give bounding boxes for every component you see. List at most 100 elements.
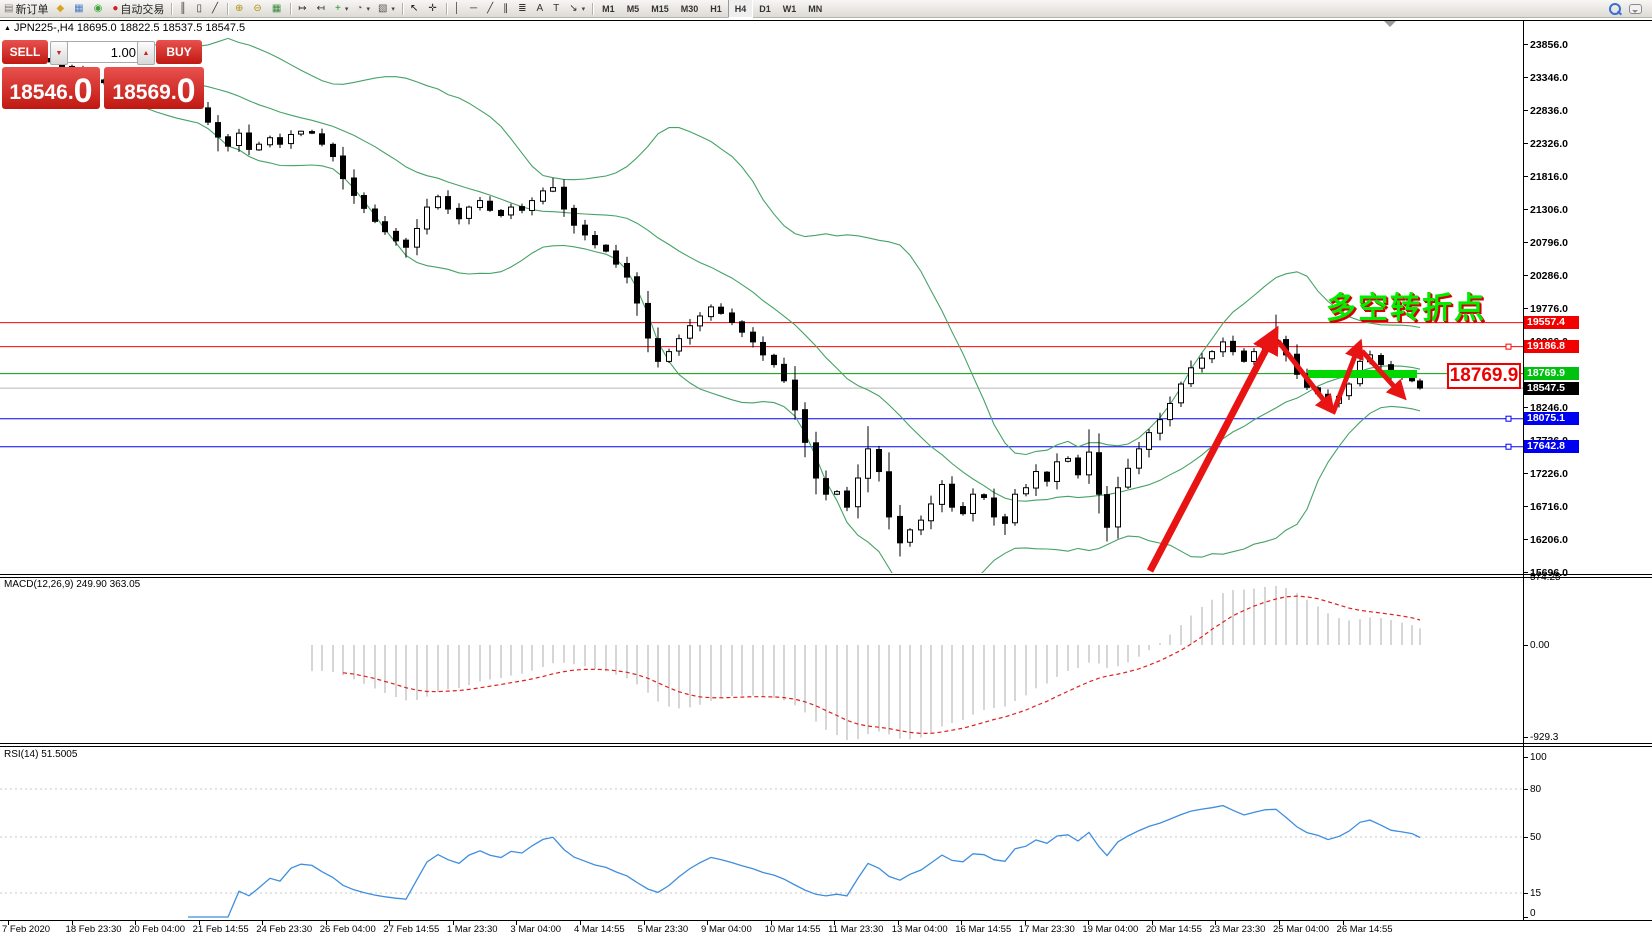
timeframe-m15-button[interactable]: M15 bbox=[645, 0, 675, 17]
time-axis-label[interactable]: 16 Mar 14:55 bbox=[955, 924, 1011, 935]
timeframe-mn-button[interactable]: MN bbox=[802, 0, 828, 17]
new-chart-button[interactable]: ▦ bbox=[71, 1, 88, 16]
tile-windows-icon: ▦ bbox=[272, 4, 281, 14]
zoom-in-button[interactable]: ⊕ bbox=[232, 1, 248, 16]
time-axis-label[interactable]: 7 Feb 2020 bbox=[2, 924, 50, 935]
time-axis-label[interactable]: 20 Feb 04:00 bbox=[129, 924, 185, 935]
time-axis-label[interactable]: 26 Mar 14:55 bbox=[1337, 924, 1393, 935]
text-label-button[interactable]: T bbox=[550, 1, 564, 16]
volume-increase-button[interactable]: ▲ bbox=[137, 41, 155, 65]
splitter-macd-rsi-a[interactable] bbox=[0, 743, 1652, 744]
signal-button[interactable]: ◉ bbox=[91, 1, 108, 16]
macd-axis-label[interactable]: 574.25 bbox=[1530, 572, 1590, 583]
price-axis-label[interactable]: 23346.0 bbox=[1530, 72, 1590, 83]
crosshair-button[interactable]: ✛ bbox=[425, 1, 441, 16]
indicators-button[interactable]: +▾ bbox=[332, 1, 351, 16]
styler-button[interactable]: ◆ bbox=[53, 1, 69, 16]
time-axis-label[interactable]: 20 Mar 14:55 bbox=[1146, 924, 1202, 935]
price-axis-label[interactable]: 21306.0 bbox=[1530, 204, 1590, 215]
zoom-out-button[interactable]: ⊖ bbox=[250, 1, 266, 16]
search-button[interactable] bbox=[1606, 1, 1624, 16]
rsi-axis-label[interactable]: 80 bbox=[1530, 784, 1590, 795]
time-axis-label[interactable]: 24 Feb 23:30 bbox=[256, 924, 312, 935]
price-axis-label[interactable]: 16206.0 bbox=[1530, 534, 1590, 545]
price-axis-label[interactable]: 22836.0 bbox=[1530, 105, 1590, 116]
turning-point-annotation: 多空转折点 bbox=[1326, 283, 1486, 327]
rsi-axis-label[interactable]: 50 bbox=[1530, 832, 1590, 843]
time-axis-label[interactable]: 25 Mar 04:00 bbox=[1273, 924, 1329, 935]
timeframe-d1-button[interactable]: D1 bbox=[753, 0, 777, 17]
chat-button[interactable] bbox=[1626, 1, 1645, 16]
time-axis-label[interactable]: 18 Feb 23:30 bbox=[66, 924, 122, 935]
rsi-axis-label[interactable]: 100 bbox=[1530, 752, 1590, 763]
horizontal-line-icon: ─ bbox=[470, 4, 477, 14]
time-axis-label[interactable]: 9 Mar 04:00 bbox=[701, 924, 752, 935]
chart-canvas[interactable] bbox=[0, 0, 1652, 940]
new-order-icon: ▤ bbox=[4, 4, 13, 14]
price-axis-label[interactable]: 21816.0 bbox=[1530, 171, 1590, 182]
rsi-axis-label[interactable]: 15 bbox=[1530, 888, 1590, 899]
time-axis-label[interactable]: 23 Mar 23:30 bbox=[1209, 924, 1265, 935]
timeframe-w1-button[interactable]: W1 bbox=[777, 0, 803, 17]
buy-price-button[interactable]: 18569.0 bbox=[104, 67, 204, 109]
price-axis-label[interactable]: 20796.0 bbox=[1530, 237, 1590, 248]
periods-button[interactable]: ◔▾ bbox=[353, 1, 373, 16]
time-axis-label[interactable]: 26 Feb 04:00 bbox=[320, 924, 376, 935]
bar-chart-button[interactable]: ║ bbox=[176, 1, 191, 16]
trendline-button[interactable]: ╱ bbox=[484, 1, 498, 16]
price-axis-tick bbox=[1523, 308, 1528, 309]
timeframe-h1-button[interactable]: H1 bbox=[704, 0, 728, 17]
auto-scroll-button[interactable]: ↦ bbox=[295, 1, 311, 16]
rsi-axis-label[interactable]: 0 bbox=[1530, 908, 1590, 919]
autotrading-button[interactable]: ●自动交易 bbox=[109, 1, 167, 16]
tile-windows-button[interactable]: ▦ bbox=[269, 1, 286, 16]
timeframe-m1-button[interactable]: M1 bbox=[596, 0, 621, 17]
price-axis-label[interactable]: 22326.0 bbox=[1530, 138, 1590, 149]
toolbar-separator bbox=[402, 3, 403, 15]
time-axis-label[interactable]: 4 Mar 14:55 bbox=[574, 924, 625, 935]
macd-axis-label[interactable]: 0.00 bbox=[1530, 640, 1590, 651]
candlestick-button[interactable]: ▯ bbox=[193, 1, 207, 16]
buy-button[interactable]: BUY bbox=[156, 40, 202, 64]
fibonacci-button[interactable]: ≣ bbox=[515, 1, 531, 16]
timeframe-m5-button[interactable]: M5 bbox=[621, 0, 646, 17]
sell-price-button[interactable]: 18546.0 bbox=[2, 67, 100, 109]
time-axis-label[interactable]: 3 Mar 04:00 bbox=[510, 924, 561, 935]
toolbar-separator bbox=[227, 3, 228, 15]
time-axis-label[interactable]: 13 Mar 04:00 bbox=[892, 924, 948, 935]
time-axis-label[interactable]: 17 Mar 23:30 bbox=[1019, 924, 1075, 935]
timeframe-h4-button[interactable]: H4 bbox=[728, 0, 754, 18]
price-axis-label[interactable]: 19776.0 bbox=[1530, 303, 1590, 314]
splitter-main-macd-b[interactable] bbox=[0, 577, 1652, 578]
price-axis-label[interactable]: 17226.0 bbox=[1530, 468, 1590, 479]
time-axis-label[interactable]: 1 Mar 23:30 bbox=[447, 924, 498, 935]
macd-axis-label[interactable]: -929.3 bbox=[1530, 732, 1590, 743]
chart-shift-button[interactable]: ↤ bbox=[314, 1, 330, 16]
time-axis-label[interactable]: 11 Mar 23:30 bbox=[828, 924, 883, 935]
splitter-macd-rsi-b[interactable] bbox=[0, 746, 1652, 747]
time-axis-label[interactable]: 27 Feb 14:55 bbox=[383, 924, 439, 935]
horizontal-line-button[interactable]: ─ bbox=[467, 1, 482, 16]
symbol-collapse-icon[interactable]: ▲ bbox=[4, 25, 11, 32]
channel-button[interactable]: ∥ bbox=[500, 1, 513, 16]
new-order-button[interactable]: ▤新订单 bbox=[1, 1, 51, 16]
new-order-button-label: 新订单 bbox=[15, 1, 48, 17]
splitter-main-macd-a[interactable] bbox=[0, 574, 1652, 575]
sell-button[interactable]: SELL bbox=[2, 40, 48, 64]
text-button[interactable]: A bbox=[533, 1, 548, 16]
vertical-line-button[interactable]: │ bbox=[451, 1, 465, 16]
price-axis-tick bbox=[1523, 143, 1528, 144]
volume-decrease-button[interactable]: ▼ bbox=[50, 41, 68, 65]
timeframe-m30-button[interactable]: M30 bbox=[675, 0, 705, 17]
time-axis-label[interactable]: 21 Feb 14:55 bbox=[193, 924, 249, 935]
price-axis-label[interactable]: 23856.0 bbox=[1530, 39, 1590, 50]
time-axis-label[interactable]: 19 Mar 04:00 bbox=[1082, 924, 1138, 935]
time-axis-label[interactable]: 10 Mar 14:55 bbox=[765, 924, 821, 935]
cursor-button[interactable]: ↖ bbox=[407, 1, 423, 16]
line-chart-button[interactable]: ╱ bbox=[209, 1, 223, 16]
arrows-button[interactable]: ↘▾ bbox=[566, 1, 588, 16]
templates-button[interactable]: ▧▾ bbox=[375, 1, 398, 16]
price-axis-label[interactable]: 16716.0 bbox=[1530, 501, 1590, 512]
price-axis-label[interactable]: 20286.0 bbox=[1530, 270, 1590, 281]
time-axis-label[interactable]: 5 Mar 23:30 bbox=[638, 924, 689, 935]
